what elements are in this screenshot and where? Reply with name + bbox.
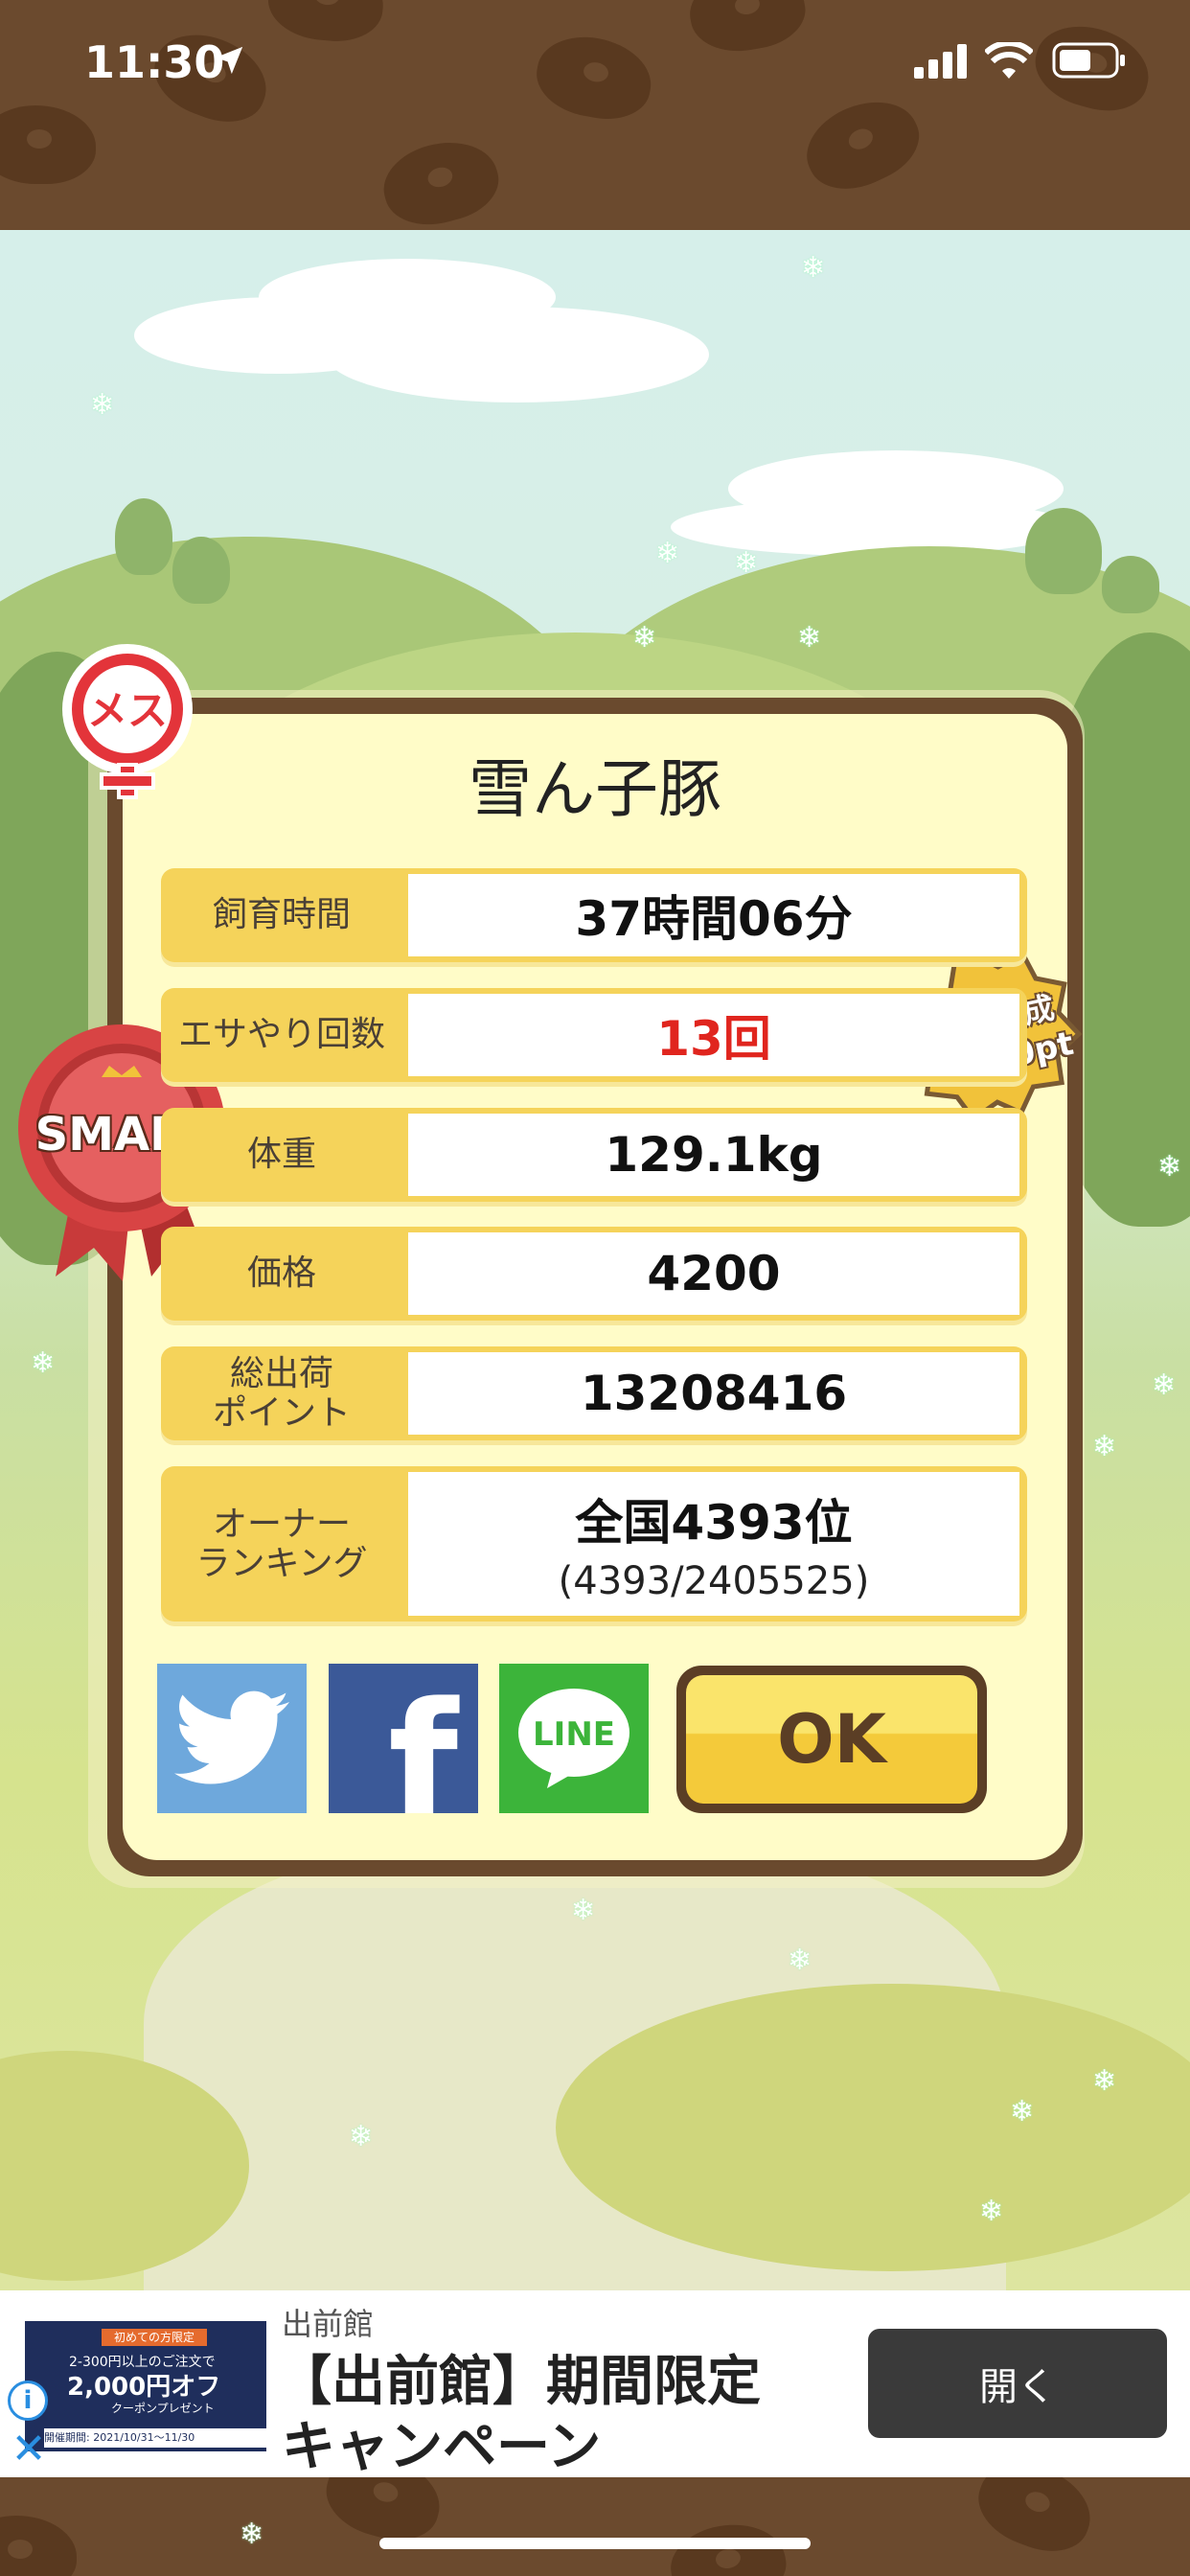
female-badge-label: メス	[86, 687, 168, 734]
ok-button-label: OK	[686, 1675, 977, 1804]
row-label: 飼育時間	[212, 895, 351, 935]
female-badge: メス	[56, 642, 199, 805]
pig-name: 雪ん子豚	[469, 752, 721, 826]
ad-image-amount: 2,000円オフ	[67, 2373, 221, 2402]
ad-open-label: 開く	[979, 2365, 1056, 2409]
ad-close-icon[interactable]: ✕	[10, 2428, 48, 2471]
battery-icon	[1052, 42, 1127, 82]
ranking-detail: (4393/2405525)	[558, 1559, 870, 1603]
row-price: 価格 4200	[161, 1227, 1027, 1321]
row-value: 129.1kg	[408, 1114, 1019, 1196]
bottom-pattern: ❄	[0, 2477, 1190, 2576]
ok-button[interactable]: OK	[676, 1666, 987, 1813]
ad-headline-line2[interactable]: キャンペーン	[282, 2404, 601, 2481]
twitter-share-button[interactable]	[157, 1664, 307, 1813]
row-label: 総出荷 ポイント	[212, 1353, 351, 1433]
line-icon-label: LINE	[533, 1715, 615, 1754]
row-value: 13回	[408, 994, 1019, 1076]
row-value: 13208416	[408, 1352, 1019, 1435]
status-time: 11:30	[84, 36, 225, 88]
wifi-icon	[983, 40, 1035, 82]
row-label: 体重	[246, 1135, 316, 1175]
ad-info-icon[interactable]: i	[8, 2380, 48, 2421]
signal-icon	[914, 44, 970, 82]
row-label: オーナー ランキング	[195, 1504, 368, 1583]
location-arrow-icon	[213, 44, 245, 80]
ad-image-period: 開催期間: 2021/10/31〜11/30	[44, 2428, 266, 2448]
status-bar: 11:30	[0, 0, 1190, 134]
row-owner-ranking: オーナー ランキング 全国4393位 (4393/2405525)	[161, 1466, 1027, 1622]
line-share-button[interactable]: LINE	[499, 1664, 649, 1813]
row-feed-count: エサやり回数 13回	[161, 988, 1027, 1082]
twitter-icon	[174, 1690, 289, 1784]
home-indicator[interactable]	[379, 2538, 811, 2549]
row-value: 全国4393位 (4393/2405525)	[408, 1472, 1019, 1616]
facebook-icon: f	[388, 1668, 459, 1813]
row-weight: 体重 129.1kg	[161, 1108, 1027, 1202]
row-value: 4200	[408, 1232, 1019, 1315]
ranking-value: 全国4393位	[575, 1495, 853, 1551]
ad-image[interactable]: 初めての方限定 2-300円以上のご注文で 2,000円オフ クーポンプレゼント…	[25, 2321, 266, 2451]
row-value: 37時間06分	[408, 874, 1019, 956]
row-label: エサやり回数	[177, 1015, 385, 1055]
ad-image-line3: クーポンプレゼント	[111, 2402, 215, 2415]
row-feeding-time: 飼育時間 37時間06分	[161, 868, 1027, 962]
row-total-points: 総出荷 ポイント 13208416	[161, 1346, 1027, 1440]
facebook-share-button[interactable]: f	[329, 1664, 478, 1813]
ad-open-button[interactable]: 開く	[868, 2329, 1167, 2438]
ad-image-line1: 初めての方限定	[102, 2329, 207, 2346]
row-label: 価格	[246, 1254, 316, 1294]
